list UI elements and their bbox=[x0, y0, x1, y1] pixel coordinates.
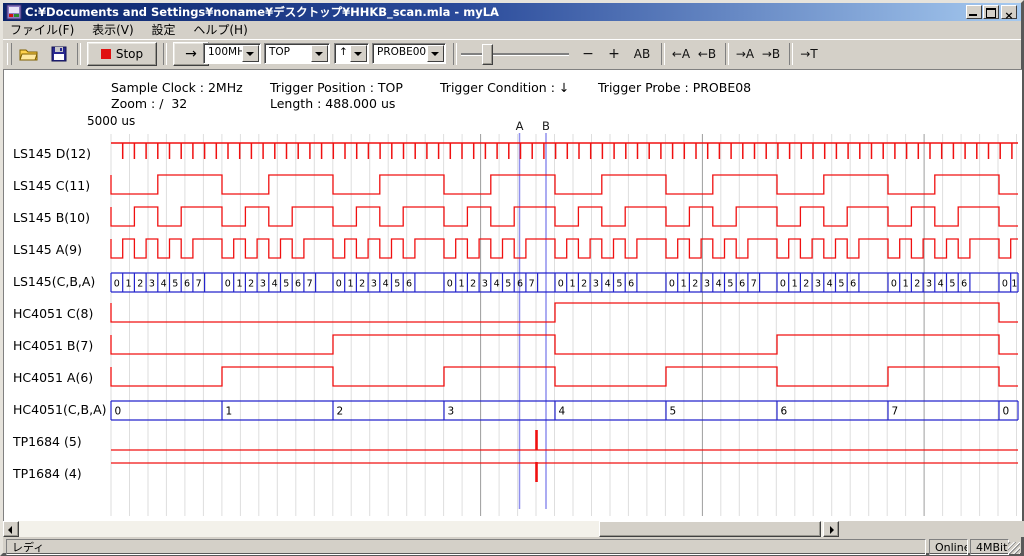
sample-clock-text: Sample Clock : 2MHz bbox=[111, 80, 243, 95]
resize-grip[interactable] bbox=[1008, 542, 1020, 554]
toolbar-separator bbox=[789, 43, 793, 65]
zoom-in-button[interactable]: + bbox=[603, 43, 625, 65]
status-online: Online bbox=[929, 539, 968, 555]
signal-label: LS145(C,B,A) bbox=[13, 274, 95, 289]
slider-handle[interactable] bbox=[482, 44, 493, 65]
goto-trigger-button[interactable]: →T bbox=[797, 43, 821, 65]
zoom-ab-button[interactable]: AB bbox=[629, 43, 655, 65]
signal-label: LS145 A(9) bbox=[13, 242, 82, 257]
save-floppy-icon bbox=[51, 46, 67, 62]
menu-bar: ファイル(F) 表示(V) 設定 ヘルプ(H) bbox=[3, 21, 1021, 39]
scrollbar-thumb[interactable] bbox=[599, 521, 821, 537]
scrollbar-filler bbox=[839, 521, 1024, 537]
signal-label: LS145 D(12) bbox=[13, 146, 91, 161]
dropdown-arrow-icon[interactable] bbox=[350, 45, 367, 62]
time-start-label: 5000 us bbox=[87, 114, 135, 128]
goto-a-left-button[interactable]: ←A bbox=[669, 43, 693, 65]
trigger-position-text: Trigger Position : TOP bbox=[270, 80, 403, 95]
menu-item-settings[interactable]: 設定 bbox=[145, 21, 183, 39]
toolbar-separator bbox=[453, 43, 457, 65]
window-title: C:¥Documents and Settings¥noname¥デスクトップ¥… bbox=[25, 3, 499, 21]
zoom-text: Zoom : / 32 bbox=[111, 96, 187, 111]
slider-track[interactable] bbox=[461, 53, 569, 56]
zoom-slider[interactable] bbox=[461, 43, 569, 65]
status-memory: 4MBit bbox=[970, 539, 1009, 555]
toolbar-separator bbox=[163, 43, 167, 65]
goto-b-left-button[interactable]: ←B bbox=[695, 43, 719, 65]
stop-square-icon bbox=[101, 49, 111, 59]
save-button[interactable] bbox=[45, 43, 73, 65]
toolbar-grip[interactable] bbox=[7, 43, 12, 65]
signal-label: LS145 B(10) bbox=[13, 210, 90, 225]
close-button[interactable]: × bbox=[1001, 5, 1017, 19]
length-text: Length : 488.000 us bbox=[270, 96, 395, 111]
toolbar-separator bbox=[725, 43, 729, 65]
trigger-position-select[interactable]: TOP bbox=[264, 43, 330, 64]
app-icon bbox=[6, 4, 22, 20]
zoom-out-button[interactable]: − bbox=[577, 43, 599, 65]
toolbar-separator bbox=[661, 43, 665, 65]
trigger-edge-select[interactable]: ↑ bbox=[334, 43, 369, 64]
application-window: C:¥Documents and Settings¥noname¥デスクトップ¥… bbox=[0, 0, 1024, 556]
signal-label: HC4051 C(8) bbox=[13, 306, 93, 321]
waveform-client-area bbox=[3, 69, 1022, 522]
minimize-button[interactable] bbox=[966, 5, 982, 19]
status-bar: レディ Online 4MBit bbox=[3, 539, 1021, 556]
signal-label: HC4051 A(6) bbox=[13, 370, 93, 385]
dropdown-arrow-icon[interactable] bbox=[242, 45, 259, 62]
open-folder-icon bbox=[19, 46, 39, 62]
signal-label: HC4051 B(7) bbox=[13, 338, 93, 353]
probe-select[interactable]: PROBE00 bbox=[372, 43, 446, 64]
stop-button[interactable]: Stop bbox=[87, 42, 157, 66]
toolbar-separator bbox=[77, 43, 81, 65]
menu-item-file[interactable]: ファイル(F) bbox=[3, 21, 81, 39]
title-bar[interactable]: C:¥Documents and Settings¥noname¥デスクトップ¥… bbox=[3, 3, 1021, 21]
goto-b-right-button[interactable]: →B bbox=[759, 43, 783, 65]
signal-label: HC4051(C,B,A) bbox=[13, 402, 107, 417]
trigger-condition-text: Trigger Condition : ↓ bbox=[440, 80, 569, 95]
menu-item-help[interactable]: ヘルプ(H) bbox=[186, 21, 254, 39]
goto-a-right-button[interactable]: →A bbox=[733, 43, 757, 65]
status-ready: レディ bbox=[6, 539, 926, 555]
dropdown-arrow-icon[interactable] bbox=[311, 45, 328, 62]
toolbar: Stop → 100MHz TOP ↑ PROBE00 − + AB ←A ←B bbox=[3, 39, 1021, 70]
maximize-button[interactable] bbox=[983, 5, 999, 19]
horizontal-scrollbar[interactable] bbox=[3, 521, 839, 537]
menu-item-view[interactable]: 表示(V) bbox=[85, 21, 141, 39]
signal-label: LS145 C(11) bbox=[13, 178, 90, 193]
dropdown-arrow-icon[interactable] bbox=[427, 45, 444, 62]
trigger-probe-text: Trigger Probe : PROBE08 bbox=[598, 80, 751, 95]
scroll-right-arrow-icon[interactable] bbox=[823, 521, 839, 537]
scroll-left-arrow-icon[interactable] bbox=[3, 521, 19, 537]
sample-rate-select[interactable]: 100MHz bbox=[203, 43, 261, 64]
open-button[interactable] bbox=[15, 43, 43, 65]
signal-label: TP1684 (5) bbox=[13, 434, 82, 449]
signal-label: TP1684 (4) bbox=[13, 466, 82, 481]
